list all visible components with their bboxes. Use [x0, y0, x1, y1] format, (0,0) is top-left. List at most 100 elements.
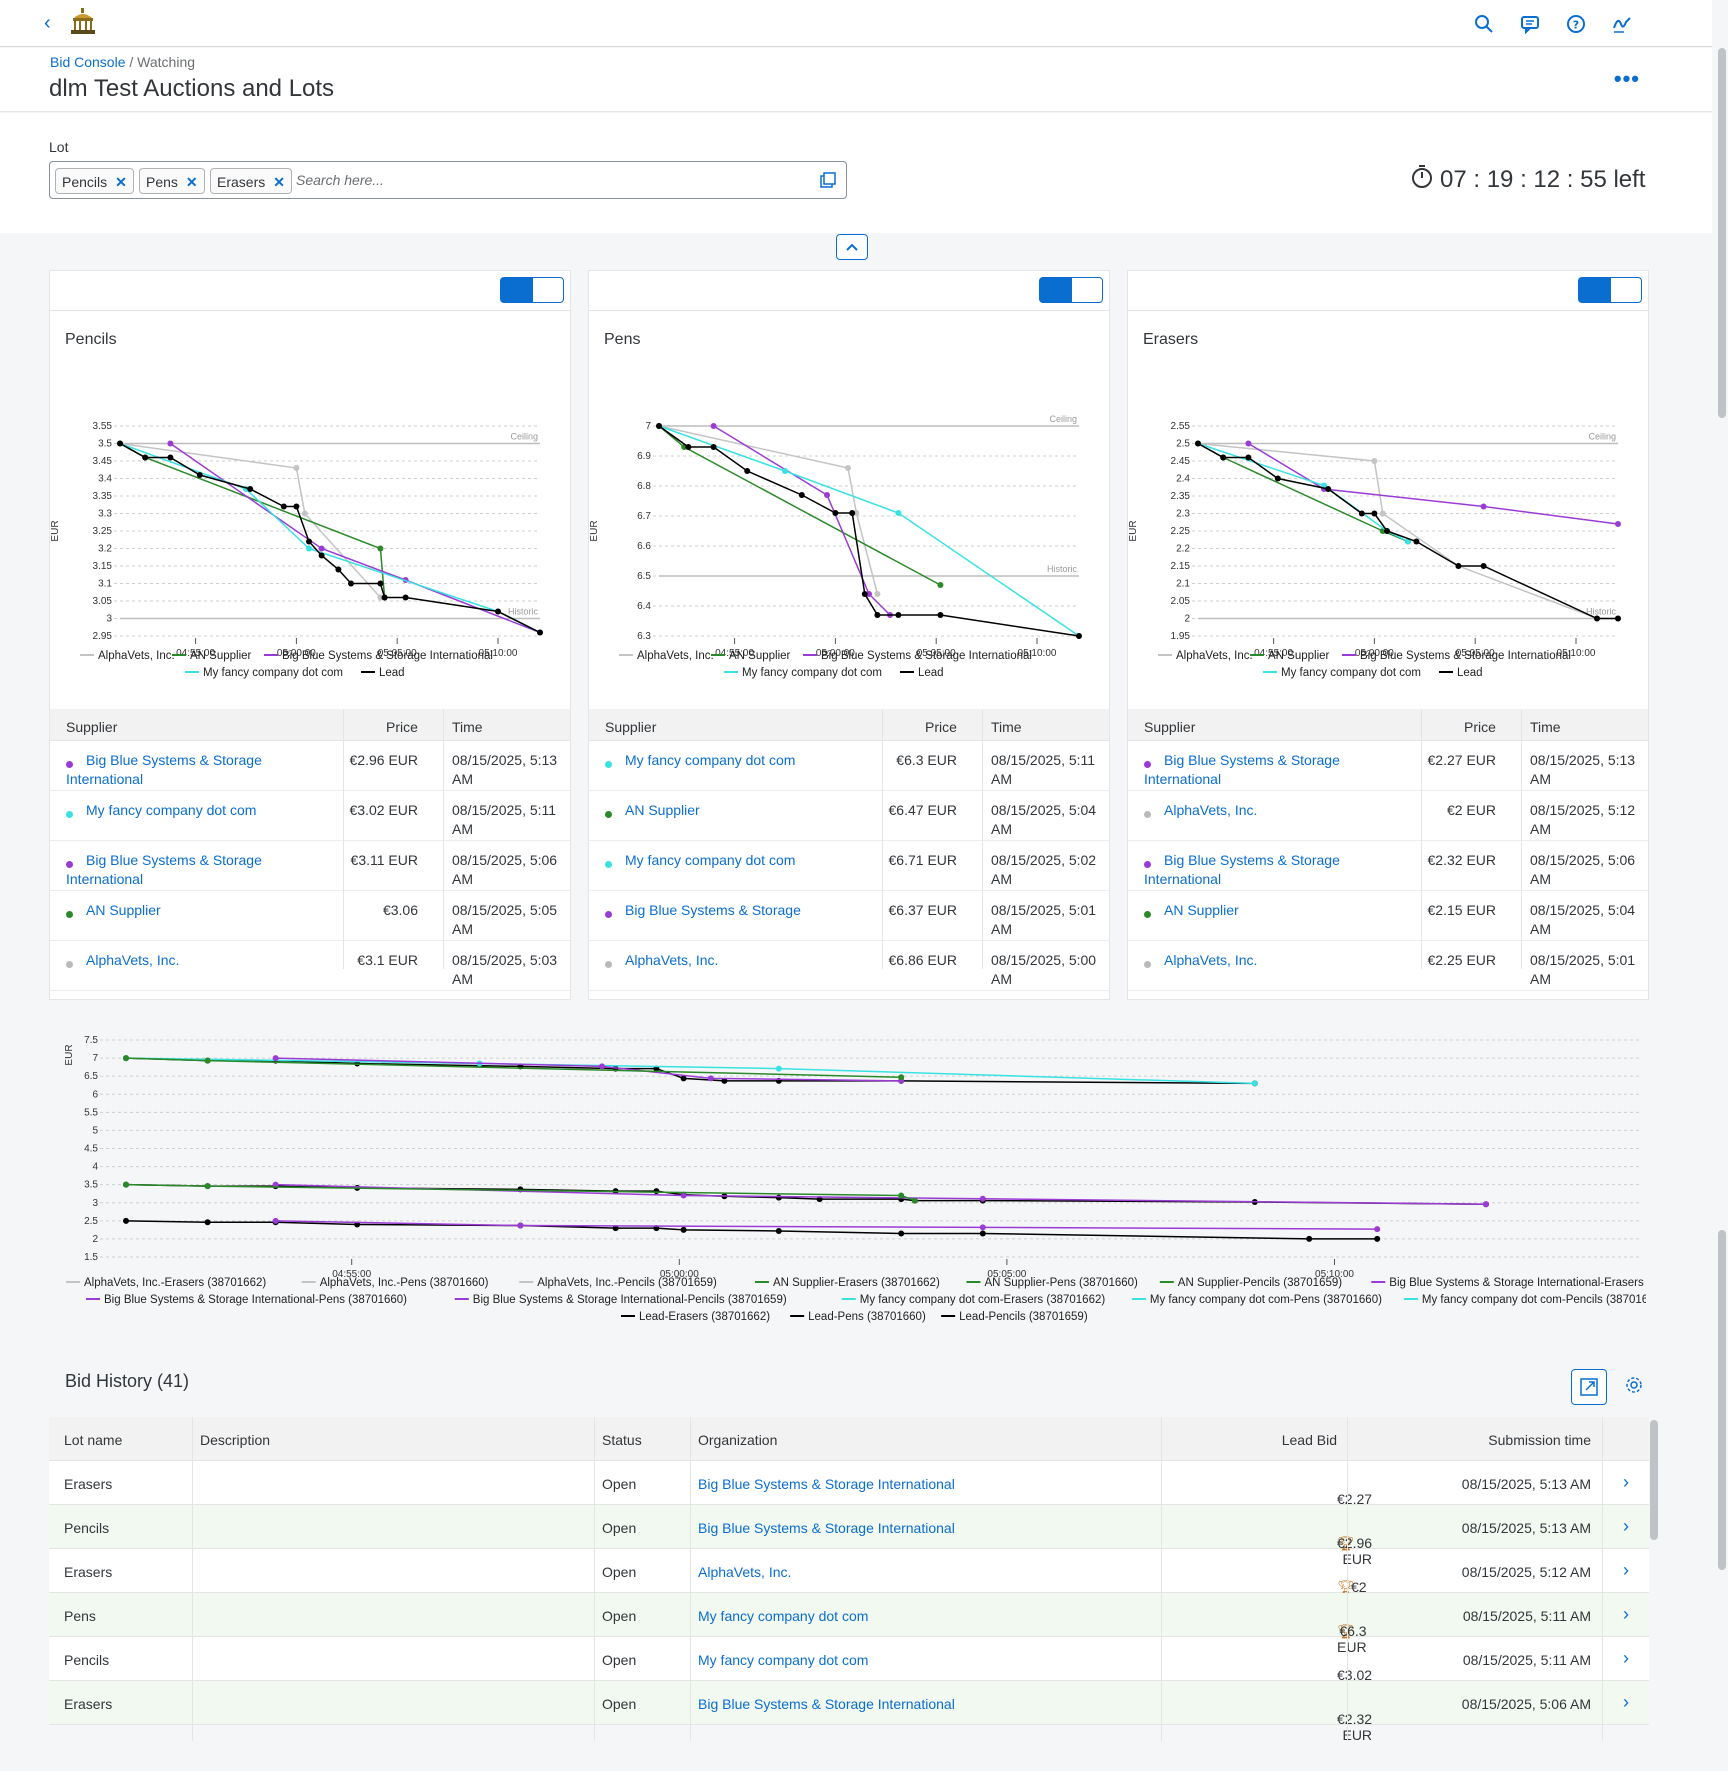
expand-button[interactable]	[1571, 1369, 1607, 1405]
supplier-link[interactable]: AlphaVets, Inc.	[605, 951, 855, 970]
supplier-link[interactable]: Big Blue Systems & Storage International	[1144, 751, 1394, 789]
chart-view-icon[interactable]	[500, 277, 532, 303]
legend-item[interactable]: AlphaVets, Inc.-Pencils (38701659)	[537, 1277, 717, 1289]
settings-icon[interactable]	[1625, 1376, 1643, 1399]
col-status[interactable]: Status	[602, 1432, 642, 1448]
legend-item[interactable]: Lead	[918, 667, 944, 679]
table-row[interactable]: Erasers Open AlphaVets, Inc. 🏆︎€2 EUR 08…	[49, 1549, 1649, 1611]
table-row[interactable]: Pencils Open My fancy company dot com €3…	[49, 1637, 1649, 1699]
cell-organization-link[interactable]: My fancy company dot com	[698, 1608, 868, 1624]
chevron-right-icon[interactable]: ›	[1623, 1560, 1629, 1581]
legend-item[interactable]: AN Supplier	[729, 650, 791, 662]
supplier-link[interactable]: AN Supplier	[605, 801, 855, 820]
legend-item[interactable]: Lead-Pencils (38701659)	[959, 1311, 1088, 1323]
collapse-header-button[interactable]	[836, 234, 868, 260]
supplier-link[interactable]: Big Blue Systems & Storage	[605, 901, 855, 920]
chart-view-icon[interactable]	[1039, 277, 1071, 303]
legend-item[interactable]: My fancy company dot com	[742, 667, 882, 679]
col-time[interactable]: Time	[452, 719, 483, 735]
col-time[interactable]: Time	[991, 719, 1022, 735]
legend-item[interactable]: My fancy company dot com-Pencils (387016…	[1422, 1294, 1646, 1306]
view-toggle[interactable]	[500, 277, 564, 303]
col-price[interactable]: Price	[386, 719, 418, 735]
chart-view-icon[interactable]	[1578, 277, 1610, 303]
col-description[interactable]: Description	[200, 1432, 270, 1448]
table-row[interactable]: Erasers Open Big Blue Systems & Storage …	[49, 1681, 1649, 1743]
token-remove-icon[interactable]: ✕	[273, 174, 285, 190]
token-erasers[interactable]: Erasers ✕	[210, 168, 292, 194]
view-toggle[interactable]	[1578, 277, 1642, 303]
col-supplier[interactable]: Supplier	[605, 719, 656, 735]
supplier-link[interactable]: My fancy company dot com	[605, 851, 855, 870]
supplier-link[interactable]: Big Blue Systems & Storage International	[1144, 851, 1394, 889]
signature-icon[interactable]	[1612, 14, 1632, 34]
legend-item[interactable]: AN Supplier-Pens (38701660)	[984, 1277, 1138, 1289]
legend-item[interactable]: AlphaVets, Inc.	[1176, 650, 1253, 662]
table-view-icon[interactable]	[1071, 277, 1103, 303]
view-toggle[interactable]	[1039, 277, 1103, 303]
legend-item[interactable]: Big Blue Systems & Storage International	[1360, 650, 1571, 662]
legend-item[interactable]: Big Blue Systems & Storage International…	[104, 1294, 407, 1306]
col-organization[interactable]: Organization	[698, 1432, 777, 1448]
legend-item[interactable]: Lead	[1457, 667, 1483, 679]
table-row[interactable]: Erasers Open Big Blue Systems & Storage …	[49, 1461, 1649, 1523]
col-price[interactable]: Price	[925, 719, 957, 735]
cell-organization-link[interactable]: Big Blue Systems & Storage International	[698, 1476, 955, 1492]
legend-item[interactable]: AN Supplier	[190, 650, 252, 662]
col-supplier[interactable]: Supplier	[66, 719, 117, 735]
help-icon[interactable]: ?	[1566, 14, 1586, 34]
cell-organization-link[interactable]: Big Blue Systems & Storage International	[698, 1696, 955, 1712]
supplier-link[interactable]: Big Blue Systems & Storage International	[66, 851, 316, 889]
legend-item[interactable]: Big Blue Systems & Storage International…	[1389, 1277, 1646, 1289]
legend-item[interactable]: My fancy company dot com-Pens (38701660)	[1150, 1294, 1382, 1306]
col-submission-time[interactable]: Submission time	[1488, 1432, 1591, 1448]
supplier-link[interactable]: AlphaVets, Inc.	[1144, 801, 1394, 820]
legend-item[interactable]: AlphaVets, Inc.-Erasers (38701662)	[84, 1277, 266, 1289]
legend-item[interactable]: My fancy company dot com	[1281, 667, 1421, 679]
supplier-link[interactable]: AlphaVets, Inc.	[1144, 951, 1394, 970]
cell-organization-link[interactable]: Big Blue Systems & Storage International	[698, 1520, 955, 1536]
supplier-link[interactable]: AN Supplier	[66, 901, 316, 920]
legend-item[interactable]: Lead-Erasers (38701662)	[639, 1311, 770, 1323]
table-view-icon[interactable]	[1610, 277, 1642, 303]
table-row[interactable]: Pens Open My fancy company dot com 🏆︎ €6.…	[49, 1593, 1649, 1655]
chevron-right-icon[interactable]: ›	[1623, 1604, 1629, 1625]
supplier-link[interactable]: My fancy company dot com	[605, 751, 855, 770]
cell-organization-link[interactable]: AlphaVets, Inc.	[698, 1564, 791, 1580]
chevron-right-icon[interactable]: ›	[1623, 1692, 1629, 1713]
value-help-icon[interactable]	[820, 172, 836, 188]
token-remove-icon[interactable]: ✕	[186, 174, 198, 190]
breadcrumb-link-bid-console[interactable]: Bid Console	[50, 54, 126, 70]
col-time[interactable]: Time	[1530, 719, 1561, 735]
legend-item[interactable]: AN Supplier	[1268, 650, 1330, 662]
chevron-right-icon[interactable]: ›	[1623, 1472, 1629, 1493]
chevron-right-icon[interactable]: ›	[1623, 1648, 1629, 1669]
token-pencils[interactable]: Pencils ✕	[55, 168, 134, 194]
lot-multi-input[interactable]: Pencils ✕ Pens ✕ Erasers ✕ Search here...	[49, 161, 847, 199]
cell-organization-link[interactable]: My fancy company dot com	[698, 1652, 868, 1668]
more-actions-button[interactable]: •••	[1614, 66, 1640, 92]
feedback-icon[interactable]	[1520, 14, 1540, 35]
legend-item[interactable]: Big Blue Systems & Storage International	[282, 650, 493, 662]
col-price[interactable]: Price	[1464, 719, 1496, 735]
legend-item[interactable]: Big Blue Systems & Storage International	[821, 650, 1032, 662]
legend-item[interactable]: My fancy company dot com	[203, 667, 343, 679]
chevron-right-icon[interactable]: ›	[1623, 1516, 1629, 1537]
table-row[interactable]: Pencils Open Big Blue Systems & Storage …	[49, 1505, 1649, 1567]
legend-item[interactable]: AN Supplier-Pencils (38701659)	[1178, 1277, 1342, 1289]
search-icon[interactable]	[1474, 14, 1494, 34]
supplier-link[interactable]: AlphaVets, Inc.	[66, 951, 316, 970]
back-icon[interactable]: ‹	[44, 12, 51, 35]
legend-item[interactable]: AN Supplier-Erasers (38701662)	[773, 1277, 940, 1289]
legend-item[interactable]: Big Blue Systems & Storage International…	[473, 1294, 787, 1306]
table-view-icon[interactable]	[532, 277, 564, 303]
col-supplier[interactable]: Supplier	[1144, 719, 1195, 735]
supplier-link[interactable]: AN Supplier	[1144, 901, 1394, 920]
legend-item[interactable]: Lead-Pens (38701660)	[808, 1311, 926, 1323]
token-remove-icon[interactable]: ✕	[115, 174, 127, 190]
supplier-link[interactable]: Big Blue Systems & Storage International	[66, 751, 316, 789]
page-scrollbar-lower[interactable]	[1718, 1230, 1726, 1570]
table-scrollbar[interactable]	[1650, 1420, 1658, 1540]
page-scrollbar[interactable]	[1718, 48, 1726, 418]
supplier-link[interactable]: My fancy company dot com	[66, 801, 316, 820]
